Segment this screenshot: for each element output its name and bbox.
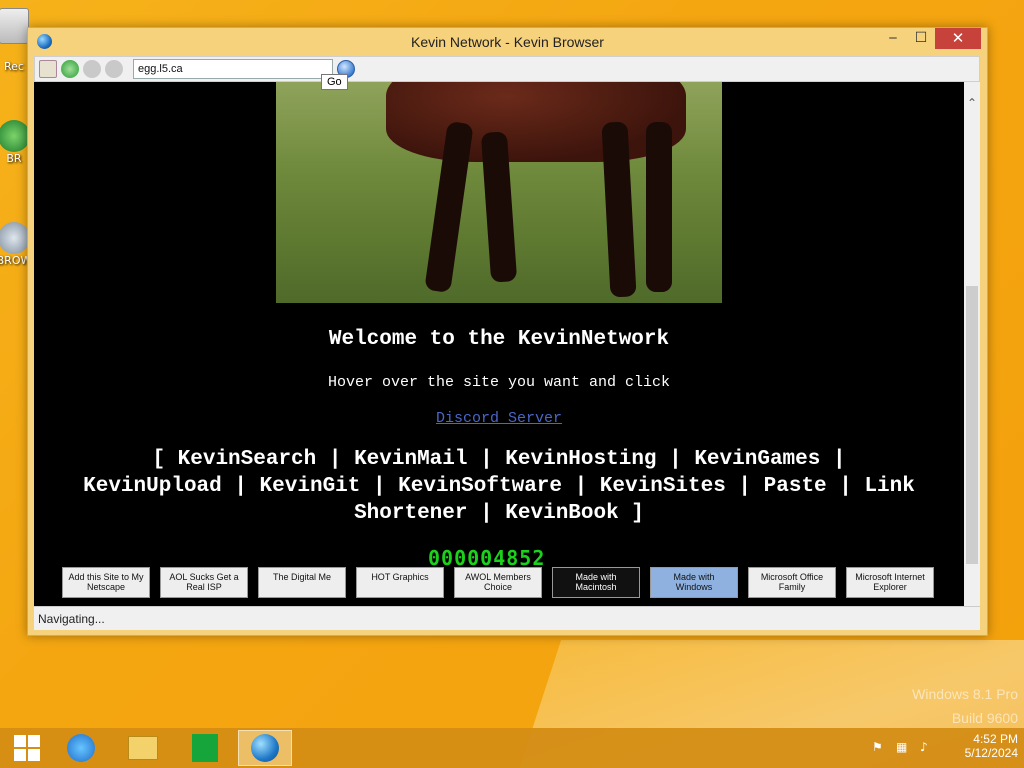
- store-icon: [192, 734, 218, 762]
- taskbar-kevin-browser[interactable]: [238, 730, 292, 766]
- vertical-scrollbar[interactable]: ⌃: [964, 82, 980, 606]
- horse-body: [386, 82, 686, 162]
- close-button[interactable]: ✕: [935, 28, 981, 49]
- bin-icon: [0, 8, 29, 44]
- windows-edition-watermark: Windows 8.1 Pro: [912, 686, 1018, 702]
- scroll-thumb[interactable]: [966, 286, 978, 564]
- web-content: Welcome to the KevinNetwork Hover over t…: [34, 82, 964, 606]
- hover-instructions: Hover over the site you want and click: [327, 374, 671, 391]
- aol-badge[interactable]: AOL Sucks Get a Real ISP: [160, 567, 248, 598]
- window-title: Kevin Network - Kevin Browser: [411, 34, 604, 50]
- globe-icon: [0, 222, 30, 254]
- browser-toolbar: egg.l5.ca: [34, 56, 980, 82]
- windows-badge[interactable]: Made with Windows: [650, 567, 738, 598]
- discord-link[interactable]: Discord Server: [34, 410, 964, 427]
- awol-badge[interactable]: AWOL Members Choice: [454, 567, 542, 598]
- clock[interactable]: 4:52 PM 5/12/2024: [965, 732, 1018, 760]
- windows-logo-icon: [14, 735, 40, 761]
- clock-date: 5/12/2024: [964, 746, 1018, 760]
- office-badge[interactable]: Microsoft Office Family: [748, 567, 836, 598]
- address-input[interactable]: egg.l5.ca: [133, 59, 333, 79]
- macintosh-badge[interactable]: Made with Macintosh: [552, 567, 640, 598]
- home-icon[interactable]: [39, 60, 57, 78]
- windows-build-watermark: Build 9600: [951, 710, 1018, 726]
- site-links: [ KevinSearch | KevinMail | KevinHosting…: [34, 446, 964, 527]
- taskbar-store[interactable]: [178, 730, 232, 766]
- refresh-icon[interactable]: [61, 60, 79, 78]
- ie-badge[interactable]: Microsoft Internet Explorer: [846, 567, 934, 598]
- taskbar-explorer[interactable]: [116, 730, 170, 766]
- browser-globe-icon: [251, 734, 279, 762]
- browser-window: Kevin Network - Kevin Browser ‒ ☐ ✕ egg.…: [27, 27, 988, 636]
- folder-icon: [128, 736, 158, 760]
- hot-graphics-badge[interactable]: HOT Graphics: [356, 567, 444, 598]
- flag-icon[interactable]: ⚑: [872, 740, 883, 754]
- links-line-3[interactable]: Shortener | KevinBook ]: [34, 500, 964, 527]
- digital-me-badge[interactable]: The Digital Me: [258, 567, 346, 598]
- start-button[interactable]: [0, 730, 54, 766]
- minimize-button[interactable]: ‒: [879, 28, 907, 49]
- netscape-badge[interactable]: Add this Site to My Netscape: [62, 567, 150, 598]
- clock-time: 4:52 PM: [973, 732, 1018, 746]
- taskbar-ie[interactable]: [54, 730, 108, 766]
- back-icon[interactable]: [83, 60, 101, 78]
- go-tooltip: Go: [321, 74, 348, 90]
- badge-row: Add this Site to My Netscape AOL Sucks G…: [62, 567, 942, 599]
- horse-leg: [646, 122, 672, 292]
- title-bar[interactable]: Kevin Network - Kevin Browser ‒ ☐ ✕: [28, 28, 987, 56]
- internet-explorer-icon: [67, 734, 95, 762]
- forward-icon[interactable]: [105, 60, 123, 78]
- maximize-button[interactable]: ☐: [907, 28, 935, 49]
- links-line-1[interactable]: [ KevinSearch | KevinMail | KevinHosting…: [34, 446, 964, 473]
- globe-icon: [0, 120, 30, 152]
- scroll-up-arrow-icon[interactable]: ⌃: [967, 96, 977, 110]
- taskbar: ⚑ ▦ ♪ 4:52 PM 5/12/2024: [0, 728, 1024, 768]
- welcome-heading: Welcome to the KevinNetwork: [328, 328, 670, 351]
- links-line-2[interactable]: KevinUpload | KevinGit | KevinSoftware |…: [34, 473, 964, 500]
- network-icon[interactable]: ▦: [896, 740, 907, 754]
- horse-image: [276, 82, 722, 303]
- volume-icon[interactable]: ♪: [920, 740, 928, 754]
- status-bar: Navigating...: [34, 606, 980, 630]
